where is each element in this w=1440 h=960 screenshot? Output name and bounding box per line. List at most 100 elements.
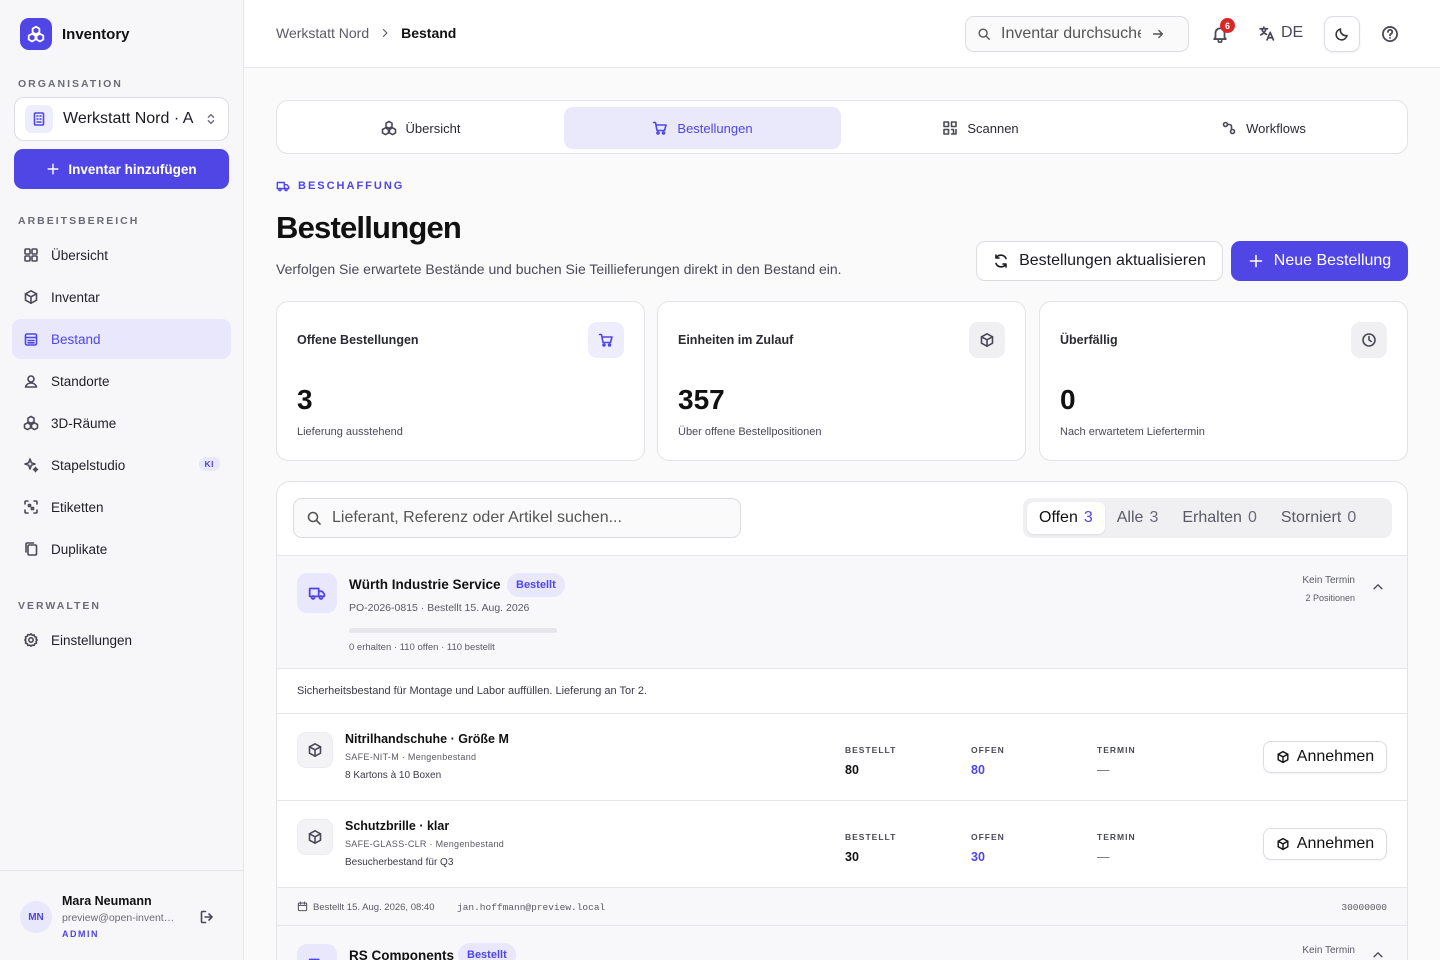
order-header[interactable]: RS Components Bestellt Kein Termin <box>277 926 1407 960</box>
dashboard-icon <box>24 248 38 262</box>
order-positions: 2 Positionen <box>1305 593 1355 603</box>
new-order-button[interactable]: Neue Bestellung <box>1231 241 1408 281</box>
add-inventory-button[interactable]: Inventar hinzufügen <box>14 149 229 189</box>
sidebar-item-3d-rooms[interactable]: 3D-Räume <box>12 403 231 443</box>
truck-icon <box>276 181 290 192</box>
new-order-label: Neue Bestellung <box>1273 252 1392 269</box>
truck-icon <box>297 573 337 613</box>
sidebar-item-label: Übersicht <box>51 247 109 263</box>
due-value: — <box>1097 850 1110 864</box>
order-meta: PO-2026-0815 · Bestellt 15. Aug. 2026 <box>349 602 530 614</box>
chevron-up-icon[interactable] <box>1371 580 1385 594</box>
plus-icon <box>47 163 59 175</box>
sidebar-item-overview[interactable]: Übersicht <box>12 235 231 275</box>
sidebar-item-label: Duplikate <box>51 541 108 557</box>
refresh-orders-label: Bestellungen aktualisieren <box>1019 252 1206 269</box>
section-tabs: Übersicht Bestellungen Scannen Workflows <box>276 100 1408 154</box>
logout-icon[interactable] <box>199 909 215 925</box>
filter-label: Offen <box>1039 509 1078 526</box>
line-item-note: 8 Kartons à 10 Boxen <box>345 770 442 781</box>
line-item-sku: SAFE-GLASS-CLR · Mengenbestand <box>345 839 505 849</box>
plus-icon <box>1249 254 1263 268</box>
language-label: DE <box>1281 24 1304 41</box>
stat-subtext: Über offene Bestellpositionen <box>678 426 822 438</box>
filter-count: 3 <box>1083 509 1093 526</box>
box-icon <box>297 819 333 855</box>
sidebar-item-inventory[interactable]: Inventar <box>12 277 231 317</box>
help-icon[interactable] <box>1381 25 1399 43</box>
filter-all[interactable]: Alle 3 <box>1105 502 1171 534</box>
box-icon <box>297 732 333 768</box>
status-filter: Offen 3 Alle 3 Erhalten 0 Storniert 0 <box>1023 498 1392 538</box>
cubes-icon <box>23 415 39 431</box>
due-label: TERMIN <box>1097 832 1136 842</box>
box-icon <box>1277 837 1289 851</box>
orders-search-input[interactable]: Lieferant, Referenz oder Artikel suchen.… <box>332 509 622 527</box>
stat-value: 0 <box>1060 384 1076 415</box>
accept-label: Annehmen <box>1296 835 1375 852</box>
search-icon <box>978 28 990 40</box>
sidebar-item-labels[interactable]: Etiketten <box>12 487 231 527</box>
workspace-section-label: ARBEITSBEREICH <box>18 215 140 227</box>
filter-cancelled[interactable]: Storniert 0 <box>1269 502 1368 534</box>
refresh-icon <box>995 254 1007 268</box>
sidebar-item-settings[interactable]: Einstellungen <box>12 620 231 660</box>
filter-label: Alle <box>1116 509 1144 526</box>
building-icon <box>25 105 53 133</box>
global-search[interactable]: Inventar durchsuchen <box>965 16 1189 52</box>
calendar-icon <box>297 901 308 912</box>
sidebar-item-locations[interactable]: Standorte <box>12 361 231 401</box>
order-note: Sicherheitsbestand für Montage und Labor… <box>277 669 1407 714</box>
copy-icon <box>25 542 38 556</box>
tab-workflows[interactable]: Workflows <box>1125 107 1402 149</box>
sidebar-item-label: Stapelstudio <box>51 457 126 473</box>
location-icon <box>24 375 38 388</box>
refresh-orders-button[interactable]: Bestellungen aktualisieren <box>976 241 1223 281</box>
status-badge: Bestellt <box>507 573 565 597</box>
order-created-date: Bestellt 15. Aug. 2026, 08:40 <box>313 902 435 913</box>
tab-label: Workflows <box>1246 120 1306 136</box>
sidebar-item-label: Bestand <box>51 331 101 347</box>
order-header[interactable]: Würth Industrie Service Bestellt PO-2026… <box>277 555 1407 669</box>
brand[interactable]: Inventory <box>20 18 130 50</box>
tab-orders[interactable]: Bestellungen <box>564 107 841 149</box>
chevron-up-icon[interactable] <box>1371 948 1385 960</box>
accept-label: Annehmen <box>1296 748 1375 765</box>
box-icon <box>24 290 38 304</box>
user-area: MN Mara Neumann preview@open-inventory.l… <box>0 870 243 960</box>
language-switch[interactable]: DE <box>1258 24 1303 42</box>
manage-section-label: VERWALTEN <box>18 600 101 612</box>
sidebar-item-stock[interactable]: Bestand <box>12 319 231 359</box>
filter-open[interactable]: Offen 3 <box>1027 502 1105 534</box>
orders-search[interactable]: Lieferant, Referenz oder Artikel suchen.… <box>293 498 741 538</box>
ordered-value: 30 <box>845 850 859 864</box>
tab-overview[interactable]: Übersicht <box>282 107 559 149</box>
filter-received[interactable]: Erhalten 0 <box>1170 502 1269 534</box>
arrow-right-icon[interactable] <box>1151 27 1165 41</box>
box-icon <box>969 322 1005 358</box>
accept-button[interactable]: Annehmen <box>1263 828 1387 860</box>
orders-panel: Lieferant, Referenz oder Artikel suchen.… <box>276 481 1408 960</box>
order-due-date: Kein Termin <box>1302 945 1355 956</box>
global-search-input[interactable]: Inventar durchsuchen <box>1001 25 1141 43</box>
gear-icon <box>24 633 38 647</box>
stat-label: Einheiten im Zulauf <box>678 333 794 347</box>
line-item-note: Besucherbestand für Q3 <box>345 857 454 868</box>
theme-toggle-button[interactable] <box>1324 16 1360 52</box>
order-line: Nitrilhandschuhe · Größe M SAFE-NIT-M · … <box>277 714 1407 801</box>
brand-name: Inventory <box>62 25 130 43</box>
breadcrumb-org[interactable]: Werkstatt Nord <box>276 25 369 41</box>
order-progress-text: 0 erhalten · 110 offen · 110 bestellt <box>349 642 495 653</box>
accept-button[interactable]: Annehmen <box>1263 741 1387 773</box>
sidebar-item-duplicates[interactable]: Duplikate <box>12 529 231 569</box>
tab-scan[interactable]: Scannen <box>842 107 1119 149</box>
chevron-right-icon <box>383 29 388 37</box>
sidebar-item-label: Inventar <box>51 289 100 305</box>
avatar[interactable]: MN <box>20 901 52 933</box>
order-supplier: Würth Industrie Service <box>349 577 501 592</box>
ordered-label: BESTELLT <box>845 745 897 755</box>
sidebar-item-stack-studio[interactable]: Stapelstudio KI <box>12 445 231 485</box>
org-selector[interactable]: Werkstatt Nord · Admin <box>14 97 229 141</box>
page-eyebrow: BESCHAFFUNG <box>276 179 404 193</box>
filter-label: Erhalten <box>1182 509 1242 526</box>
